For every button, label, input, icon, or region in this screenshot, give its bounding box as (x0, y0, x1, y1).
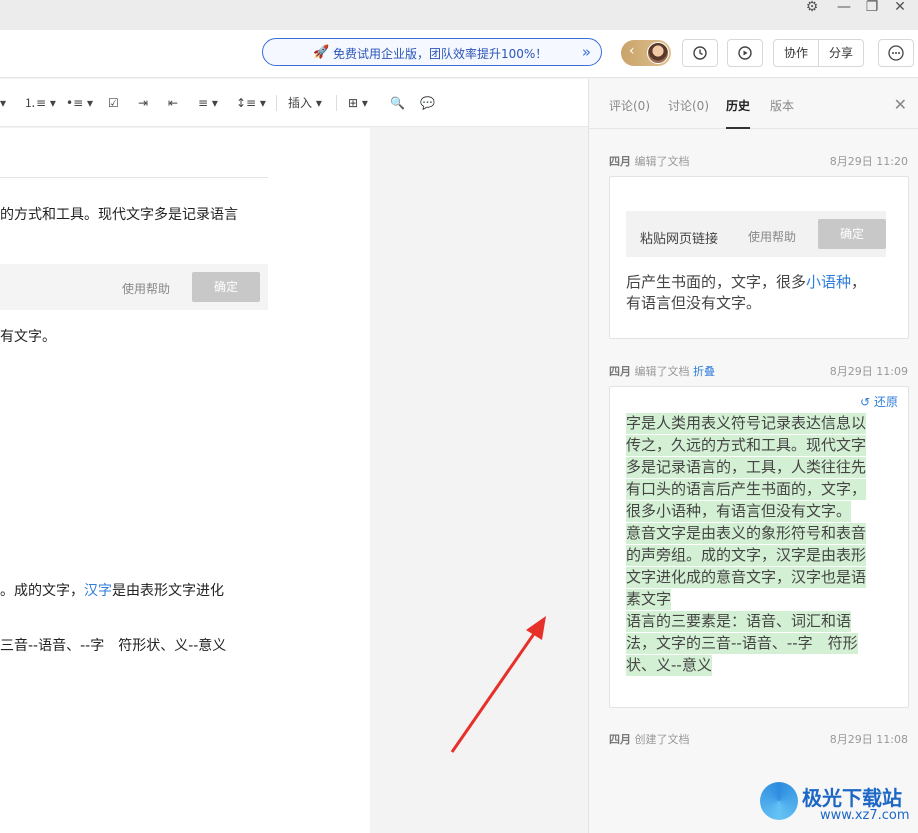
red-arrow-annotation (450, 616, 546, 753)
history-entry-meta: 四月 编辑了文档 (609, 153, 690, 169)
diff-added-line: 传之，久远的方式和工具。现代文字 (626, 435, 867, 456)
panel-tabs: 评论(0) 讨论(0) 历史 版本 ✕ (589, 79, 918, 129)
doc-text: 是由表形文字进化 (112, 583, 224, 599)
diff-added-line: 素文字 (626, 589, 672, 610)
doc-paragraph[interactable]: 的方式和工具。现代文字多是记录语言 (0, 204, 238, 224)
find-replace-icon[interactable]: 🔍 (390, 95, 405, 111)
more-dots-icon (888, 45, 904, 61)
entry-time: 8月29日 11:08 (829, 733, 908, 746)
entry-author: 四月 (609, 733, 631, 746)
numbered-list-icon[interactable]: ⒈≡ ▾ (24, 95, 56, 111)
diff-added-line: 的声旁组。成的文字，汉字是由表形 (626, 545, 867, 566)
toolbar-divider (336, 95, 337, 111)
entry-action: 编辑了文档 (634, 155, 690, 168)
watermark-url: www.xz7.com (820, 808, 910, 823)
fold-link[interactable]: 折叠 (693, 365, 715, 378)
close-window-icon[interactable]: ✕ (886, 0, 914, 22)
minimize-icon[interactable]: — (830, 0, 858, 22)
collaborator-avatars[interactable]: ‹ (621, 40, 671, 66)
active-tab-indicator (726, 127, 750, 129)
tab-comments[interactable]: 评论(0) (609, 97, 650, 114)
diff-added-line: 很多小语种，有语言但没有文字。 (626, 501, 852, 522)
diff-added-line: 有口头的语言后产生书面的，文字， (626, 479, 867, 500)
diff-added-line: 法，文字的三音--语音、--字 符形 (626, 633, 858, 654)
diff-added-line: 文字进化成的意音文字，汉字也是语 (626, 567, 867, 588)
table-grid-icon[interactable]: ⊞ ▾ (348, 95, 368, 111)
diff-added-line: 状、义--意义 (626, 655, 712, 676)
history-entry-card[interactable]: 粘贴网页链接 使用帮助 确定 后产生书面的，文字，很多小语种， 有语言但没有文字… (609, 176, 909, 339)
restore-button[interactable]: ↺ 还原 (860, 393, 898, 410)
bullet-list-icon[interactable]: •≡ ▾ (66, 95, 93, 111)
history-button[interactable] (682, 39, 718, 67)
rocket-icon: 🚀 (313, 45, 330, 60)
diff-added-line: 意音文字是由表义的象形符号和表音 (626, 523, 867, 544)
share-button[interactable]: 分享 (818, 39, 864, 67)
site-logo-icon (760, 782, 798, 820)
indent-increase-icon[interactable]: ⇥ (138, 95, 148, 111)
doc-paragraph[interactable]: 有文字。 (0, 326, 56, 346)
chevron-left-icon: ‹ (629, 43, 635, 59)
history-side-panel: 评论(0) 讨论(0) 历史 版本 ✕ 四月 编辑了文档 8月29日 11:20… (588, 79, 918, 833)
avatar[interactable] (647, 42, 669, 64)
more-options-button[interactable] (878, 39, 914, 67)
diff-added-line: 多是记录语言的，工具，人类往往先 (626, 457, 867, 478)
checklist-icon[interactable]: ☑ (108, 95, 119, 111)
divider (0, 177, 268, 178)
entry-author: 四月 (609, 155, 631, 168)
minor-language-link[interactable]: 小语种 (806, 273, 851, 291)
doc-text: 。成的文字， (0, 583, 84, 599)
entry-author: 四月 (609, 365, 631, 378)
tab-versions[interactable]: 版本 (770, 97, 794, 114)
doc-header: 🚀 免费试用企业版，团队效率提升100%！ » ‹ 协作 分享 (0, 30, 918, 78)
dropdown-caret-icon[interactable]: ▾ (0, 95, 6, 111)
help-link[interactable]: 使用帮助 (122, 280, 170, 297)
comment-add-icon[interactable]: 💬 (420, 95, 435, 111)
confirm-button[interactable]: 确定 (818, 219, 886, 249)
history-entry-meta: 四月 创建了文档 (609, 731, 690, 747)
paste-link-label[interactable]: 粘贴网页链接 (640, 228, 718, 247)
double-chevron-right-icon: » (581, 43, 591, 61)
entry-text-line: 后产生书面的，文字，很多小语种， (626, 271, 866, 292)
line-spacing-icon[interactable]: ↕≡ ▾ (236, 95, 266, 111)
document-page[interactable]: 的方式和工具。现代文字多是记录语言 使用帮助 确定 有文字。 。成的文字，汉字是… (0, 128, 370, 833)
entry-text: ， (851, 273, 867, 291)
diff-added-line: 字是人类用表义符号记录表达信息以 (626, 413, 867, 434)
doc-paragraph[interactable]: 。成的文字，汉字是由表形文字进化 (0, 580, 224, 600)
entry-action: 编辑了文档 (634, 365, 690, 378)
restore-window-icon[interactable]: ❐ (858, 0, 886, 22)
close-icon[interactable]: ✕ (894, 95, 907, 114)
entry-time: 8月29日 11:09 (829, 365, 908, 378)
insert-menu[interactable]: 插入 ▾ (288, 95, 322, 111)
format-toolbar: ▾ ⒈≡ ▾ •≡ ▾ ☑ ⇥ ⇤ ≡ ▾ ↕≡ ▾ 插入 ▾ ⊞ ▾ 🔍 💬 (0, 79, 588, 127)
restore-label: 还原 (873, 395, 898, 409)
entry-text-line: 有语言但没有文字。 (626, 294, 762, 312)
indent-decrease-icon[interactable]: ⇤ (168, 95, 178, 111)
align-icon[interactable]: ≡ ▾ (198, 95, 218, 111)
promo-text: 免费试用企业版，团队效率提升100%！ (333, 47, 548, 61)
doc-paragraph[interactable]: 三音--语音、--字 符形状、义--意义 (0, 635, 226, 655)
entry-text: 后产生书面的，文字，很多 (626, 273, 807, 291)
diff-added-line: 语言的三要素是：语音、词汇和语 (626, 611, 852, 632)
entry-time: 8月29日 11:20 (829, 155, 908, 168)
watermark-name: 极光下载站 (802, 786, 902, 810)
collaborate-button[interactable]: 协作 (773, 39, 819, 67)
help-link[interactable]: 使用帮助 (748, 228, 796, 245)
settings-gear-icon[interactable]: ⚙ (798, 0, 826, 22)
tab-discussion[interactable]: 讨论(0) (668, 97, 709, 114)
history-entry-meta: 四月 编辑了文档 折叠 (609, 363, 715, 379)
confirm-button[interactable]: 确定 (192, 272, 260, 302)
hanzi-link[interactable]: 汉字 (84, 583, 112, 599)
tab-history[interactable]: 历史 (726, 97, 750, 114)
restore-icon: ↺ (860, 395, 871, 409)
title-bar: ⚙ — ❐ ✕ (0, 0, 918, 30)
history-icon (693, 46, 707, 60)
play-icon (738, 46, 752, 60)
toolbar-divider (276, 95, 277, 111)
site-watermark: 极光下载站 www.xz7.com (760, 776, 918, 833)
entry-action: 创建了文档 (634, 733, 690, 746)
history-entry-card[interactable]: ↺ 还原 字是人类用表义符号记录表达信息以 传之，久远的方式和工具。现代文字 多… (609, 386, 909, 708)
enterprise-trial-banner[interactable]: 🚀 免费试用企业版，团队效率提升100%！ » (262, 38, 602, 66)
present-button[interactable] (727, 39, 763, 67)
insert-label: 插入 (288, 96, 313, 110)
